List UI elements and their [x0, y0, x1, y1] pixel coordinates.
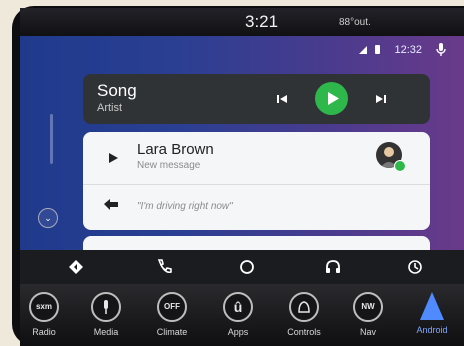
- android-label: Android: [416, 325, 448, 335]
- apps-icon: û: [223, 292, 253, 322]
- radio-icon: sxm: [29, 292, 59, 322]
- mic-icon[interactable]: [432, 41, 450, 59]
- play-icon: [328, 92, 339, 105]
- controls-button[interactable]: Controls: [274, 292, 334, 337]
- recent-icon[interactable]: [405, 257, 425, 277]
- play-button[interactable]: [315, 82, 348, 115]
- navigation-icon[interactable]: [66, 257, 86, 277]
- android-auto-screen: 12:32 ⌄ Song Artist Lara Brown New messa…: [20, 36, 464, 284]
- android-nav-bar: [20, 250, 464, 284]
- nav-label: Nav: [359, 327, 376, 337]
- play-message-icon[interactable]: [107, 152, 119, 164]
- media-icon: [91, 292, 121, 322]
- headphones-icon[interactable]: [323, 257, 343, 277]
- climate-label: Climate: [156, 327, 188, 337]
- media-button[interactable]: Media: [76, 292, 136, 337]
- message-card[interactable]: Lara Brown New message "I'm driving righ…: [83, 132, 430, 230]
- sender-name: Lara Brown: [137, 141, 214, 158]
- song-title: Song: [97, 81, 137, 100]
- outside-temperature: 88°out.: [339, 17, 371, 28]
- vehicle-top-bar: 3:21 88°out.: [20, 8, 464, 36]
- android-auto-icon: [420, 292, 444, 320]
- scrollbar[interactable]: [50, 114, 53, 164]
- artist-name: Artist: [97, 102, 123, 114]
- message-app-badge: [394, 160, 406, 172]
- signal-icon: [359, 46, 367, 54]
- previous-icon[interactable]: [274, 91, 290, 107]
- controls-icon: [289, 292, 319, 322]
- apps-label: Apps: [227, 327, 249, 337]
- radio-label: Radio: [32, 327, 56, 337]
- next-card-peek[interactable]: [83, 236, 430, 250]
- media-label: Media: [93, 327, 119, 337]
- vehicle-clock: 3:21: [245, 12, 279, 31]
- apps-button[interactable]: û Apps: [208, 292, 268, 337]
- home-icon[interactable]: [237, 257, 257, 277]
- media-card[interactable]: Song Artist: [83, 74, 430, 124]
- nav-button[interactable]: NW Nav: [338, 292, 398, 337]
- collapse-button[interactable]: ⌄: [38, 208, 58, 228]
- reply-icon[interactable]: [103, 198, 119, 212]
- status-bar: 12:32: [330, 42, 460, 58]
- battery-icon: [375, 45, 380, 54]
- vehicle-button-bar: sxm Radio Media OFF Climate û Apps Contr…: [20, 284, 464, 346]
- quick-reply-text[interactable]: "I'm driving right now": [137, 201, 233, 212]
- message-subtitle: New message: [137, 160, 201, 171]
- climate-icon: OFF: [157, 292, 187, 322]
- divider: [83, 184, 430, 185]
- phone-icon[interactable]: [154, 257, 174, 277]
- status-time: 12:32: [394, 44, 422, 56]
- climate-button[interactable]: OFF Climate: [142, 292, 202, 337]
- chevron-down-icon: ⌄: [44, 213, 52, 223]
- android-auto-button[interactable]: Android: [402, 292, 462, 335]
- radio-button[interactable]: sxm Radio: [14, 292, 74, 337]
- next-icon[interactable]: [373, 91, 389, 107]
- compass-icon: NW: [353, 292, 383, 322]
- controls-label: Controls: [287, 327, 321, 337]
